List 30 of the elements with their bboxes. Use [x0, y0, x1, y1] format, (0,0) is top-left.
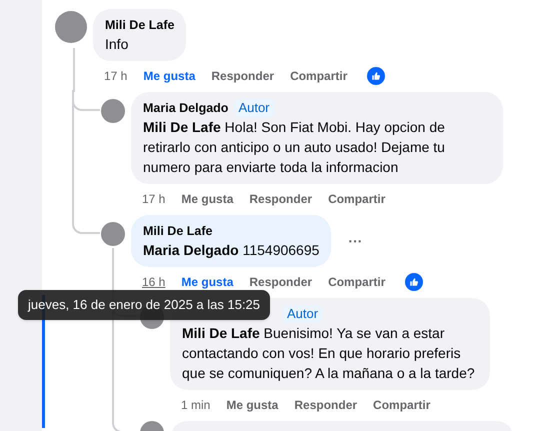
comment-text: Maria Delgado 1154906695 [143, 241, 320, 260]
timestamp-tooltip: jueves, 16 de enero de 2025 a las 15:25 [18, 290, 270, 320]
author-name[interactable]: Mili De Lafe [143, 222, 212, 240]
timestamp-link[interactable]: 17 h [104, 68, 128, 84]
comment-text: Mili De Lafe Hola! Son Fiat Mobi. Hay opcion de retirarlo con anticipo o un auto usado! Dejame tu numero para enviarte toda la informacion [143, 118, 446, 177]
timestamp-link[interactable]: 17 h [142, 191, 166, 207]
like-link[interactable]: Me gusta [226, 397, 278, 413]
timestamp-link[interactable]: 1 min [181, 397, 210, 413]
timestamp-link[interactable]: 16 h [142, 274, 166, 290]
share-link[interactable]: Compartir [328, 274, 386, 290]
reply-link[interactable]: Responder [294, 397, 358, 413]
author-badge: Autor [283, 305, 322, 323]
author-badge: Autor [234, 99, 274, 117]
author-name[interactable]: Maria Delgado [143, 99, 228, 117]
share-link[interactable]: Compartir [328, 191, 386, 207]
comment-text: Mili De Lafe Buenisimo! Ya se van a estar contactando con vos! En que horario preferis que se comuniquen? A la mañana o a la tarde? [182, 324, 476, 383]
more-options-button[interactable]: ··· [341, 227, 370, 255]
like-link[interactable]: Me gusta [181, 274, 234, 290]
like-link[interactable]: Me gusta [143, 68, 196, 84]
avatar [101, 99, 125, 123]
share-link[interactable]: Compartir [373, 397, 430, 413]
share-link[interactable]: Compartir [290, 68, 348, 84]
reply-link[interactable]: Responder [249, 191, 312, 207]
author-name[interactable]: Mili De Lafe [105, 16, 174, 34]
reply-link[interactable]: Responder [211, 68, 274, 84]
comment-text: Info [105, 35, 130, 54]
reply-link[interactable]: Responder [249, 274, 312, 290]
like-link[interactable]: Me gusta [181, 191, 234, 207]
avatar [101, 222, 125, 246]
avatar [55, 11, 87, 43]
